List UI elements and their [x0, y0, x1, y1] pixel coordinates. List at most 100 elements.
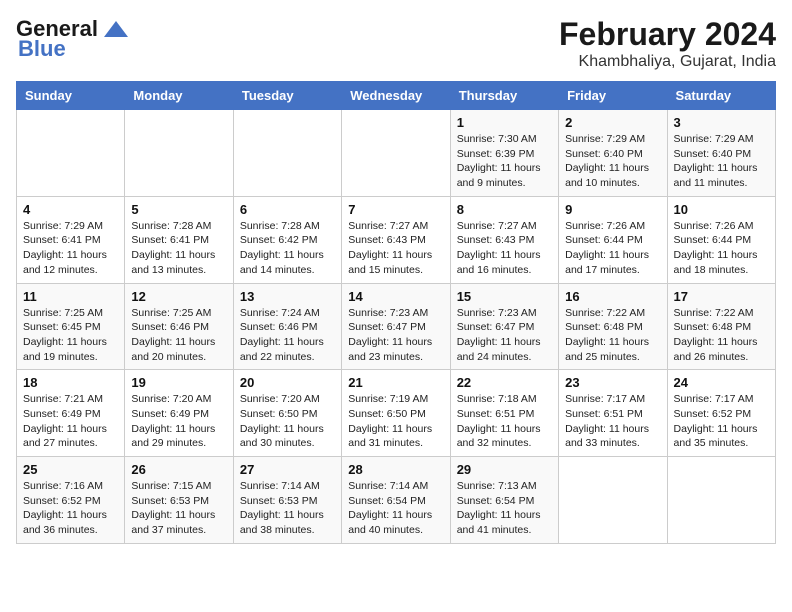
day-cell: 18 Sunrise: 7:21 AMSunset: 6:49 PMDayligh…: [17, 370, 125, 457]
day-info: Sunrise: 7:25 AMSunset: 6:46 PMDaylight:…: [131, 306, 226, 365]
week-row-3: 11 Sunrise: 7:25 AMSunset: 6:45 PMDayligh…: [17, 283, 776, 370]
calendar-table: SundayMondayTuesdayWednesdayThursdayFrid…: [16, 81, 776, 544]
day-number: 8: [457, 202, 552, 217]
col-header-sunday: Sunday: [17, 82, 125, 110]
logo-blue: Blue: [18, 36, 66, 62]
day-info: Sunrise: 7:22 AMSunset: 6:48 PMDaylight:…: [674, 306, 769, 365]
col-header-saturday: Saturday: [667, 82, 775, 110]
day-cell: 1 Sunrise: 7:30 AMSunset: 6:39 PMDaylight…: [450, 110, 558, 197]
day-cell: 24Sunrise: 7:17 AMSunset: 6:52 PMDayligh…: [667, 370, 775, 457]
day-info: Sunrise: 7:16 AMSunset: 6:52 PMDaylight:…: [23, 479, 118, 538]
day-cell: 15 Sunrise: 7:23 AMSunset: 6:47 PMDayligh…: [450, 283, 558, 370]
day-info: Sunrise: 7:20 AMSunset: 6:49 PMDaylight:…: [131, 392, 226, 451]
day-info: Sunrise: 7:27 AMSunset: 6:43 PMDaylight:…: [348, 219, 443, 278]
day-number: 4: [23, 202, 118, 217]
day-number: 14: [348, 289, 443, 304]
day-cell: [559, 457, 667, 544]
month-year: February 2024: [559, 16, 776, 53]
day-cell: 7 Sunrise: 7:27 AMSunset: 6:43 PMDaylight…: [342, 196, 450, 283]
day-number: 16: [565, 289, 660, 304]
location: Khambhaliya, Gujarat, India: [559, 53, 776, 71]
calendar-header-row: SundayMondayTuesdayWednesdayThursdayFrid…: [17, 82, 776, 110]
day-info: Sunrise: 7:17 AMSunset: 6:51 PMDaylight:…: [565, 392, 660, 451]
logo: General Blue: [16, 16, 130, 62]
day-number: 5: [131, 202, 226, 217]
logo-icon: [102, 19, 130, 39]
day-number: 18: [23, 375, 118, 390]
day-number: 21: [348, 375, 443, 390]
day-number: 13: [240, 289, 335, 304]
day-number: 15: [457, 289, 552, 304]
day-number: 17: [674, 289, 769, 304]
day-info: Sunrise: 7:28 AMSunset: 6:42 PMDaylight:…: [240, 219, 335, 278]
day-number: 22: [457, 375, 552, 390]
day-cell: 8 Sunrise: 7:27 AMSunset: 6:43 PMDaylight…: [450, 196, 558, 283]
day-number: 10: [674, 202, 769, 217]
day-number: 25: [23, 462, 118, 477]
header: General Blue February 2024 Khambhaliya, …: [16, 16, 776, 71]
week-row-2: 4Sunrise: 7:29 AMSunset: 6:41 PMDaylight…: [17, 196, 776, 283]
day-number: 6: [240, 202, 335, 217]
day-cell: 23 Sunrise: 7:17 AMSunset: 6:51 PMDayligh…: [559, 370, 667, 457]
day-cell: 29 Sunrise: 7:13 AMSunset: 6:54 PMDayligh…: [450, 457, 558, 544]
col-header-friday: Friday: [559, 82, 667, 110]
day-cell: [17, 110, 125, 197]
week-row-5: 25 Sunrise: 7:16 AMSunset: 6:52 PMDayligh…: [17, 457, 776, 544]
day-cell: [125, 110, 233, 197]
day-cell: [233, 110, 341, 197]
day-number: 2: [565, 115, 660, 130]
day-info: Sunrise: 7:25 AMSunset: 6:45 PMDaylight:…: [23, 306, 118, 365]
day-info: Sunrise: 7:27 AMSunset: 6:43 PMDaylight:…: [457, 219, 552, 278]
week-row-4: 18 Sunrise: 7:21 AMSunset: 6:49 PMDayligh…: [17, 370, 776, 457]
day-info: Sunrise: 7:26 AMSunset: 6:44 PMDaylight:…: [565, 219, 660, 278]
day-info: Sunrise: 7:23 AMSunset: 6:47 PMDaylight:…: [457, 306, 552, 365]
day-cell: 4Sunrise: 7:29 AMSunset: 6:41 PMDaylight…: [17, 196, 125, 283]
day-cell: 2 Sunrise: 7:29 AMSunset: 6:40 PMDaylight…: [559, 110, 667, 197]
day-cell: 5Sunrise: 7:28 AMSunset: 6:41 PMDaylight…: [125, 196, 233, 283]
day-number: 12: [131, 289, 226, 304]
day-number: 11: [23, 289, 118, 304]
day-info: Sunrise: 7:19 AMSunset: 6:50 PMDaylight:…: [348, 392, 443, 451]
day-info: Sunrise: 7:26 AMSunset: 6:44 PMDaylight:…: [674, 219, 769, 278]
day-info: Sunrise: 7:15 AMSunset: 6:53 PMDaylight:…: [131, 479, 226, 538]
day-number: 29: [457, 462, 552, 477]
day-cell: 13 Sunrise: 7:24 AMSunset: 6:46 PMDayligh…: [233, 283, 341, 370]
day-info: Sunrise: 7:30 AMSunset: 6:39 PMDaylight:…: [457, 132, 552, 191]
day-cell: 19Sunrise: 7:20 AMSunset: 6:49 PMDayligh…: [125, 370, 233, 457]
title-area: February 2024 Khambhaliya, Gujarat, Indi…: [559, 16, 776, 71]
day-cell: 12 Sunrise: 7:25 AMSunset: 6:46 PMDayligh…: [125, 283, 233, 370]
day-info: Sunrise: 7:14 AMSunset: 6:54 PMDaylight:…: [348, 479, 443, 538]
day-cell: 25 Sunrise: 7:16 AMSunset: 6:52 PMDayligh…: [17, 457, 125, 544]
day-info: Sunrise: 7:23 AMSunset: 6:47 PMDaylight:…: [348, 306, 443, 365]
day-cell: 14 Sunrise: 7:23 AMSunset: 6:47 PMDayligh…: [342, 283, 450, 370]
day-info: Sunrise: 7:13 AMSunset: 6:54 PMDaylight:…: [457, 479, 552, 538]
day-info: Sunrise: 7:21 AMSunset: 6:49 PMDaylight:…: [23, 392, 118, 451]
day-cell: 11 Sunrise: 7:25 AMSunset: 6:45 PMDayligh…: [17, 283, 125, 370]
day-info: Sunrise: 7:24 AMSunset: 6:46 PMDaylight:…: [240, 306, 335, 365]
day-cell: 22Sunrise: 7:18 AMSunset: 6:51 PMDayligh…: [450, 370, 558, 457]
day-number: 3: [674, 115, 769, 130]
day-cell: [342, 110, 450, 197]
day-cell: 9Sunrise: 7:26 AMSunset: 6:44 PMDaylight…: [559, 196, 667, 283]
day-cell: 28 Sunrise: 7:14 AMSunset: 6:54 PMDayligh…: [342, 457, 450, 544]
day-info: Sunrise: 7:14 AMSunset: 6:53 PMDaylight:…: [240, 479, 335, 538]
day-cell: 10 Sunrise: 7:26 AMSunset: 6:44 PMDayligh…: [667, 196, 775, 283]
day-number: 1: [457, 115, 552, 130]
day-info: Sunrise: 7:29 AMSunset: 6:40 PMDaylight:…: [674, 132, 769, 191]
col-header-monday: Monday: [125, 82, 233, 110]
day-info: Sunrise: 7:29 AMSunset: 6:40 PMDaylight:…: [565, 132, 660, 191]
col-header-thursday: Thursday: [450, 82, 558, 110]
day-number: 26: [131, 462, 226, 477]
day-number: 27: [240, 462, 335, 477]
day-cell: 26 Sunrise: 7:15 AMSunset: 6:53 PMDayligh…: [125, 457, 233, 544]
week-row-1: 1 Sunrise: 7:30 AMSunset: 6:39 PMDaylight…: [17, 110, 776, 197]
day-number: 23: [565, 375, 660, 390]
day-cell: 27 Sunrise: 7:14 AMSunset: 6:53 PMDayligh…: [233, 457, 341, 544]
day-number: 28: [348, 462, 443, 477]
col-header-wednesday: Wednesday: [342, 82, 450, 110]
day-cell: 6 Sunrise: 7:28 AMSunset: 6:42 PMDaylight…: [233, 196, 341, 283]
day-info: Sunrise: 7:20 AMSunset: 6:50 PMDaylight:…: [240, 392, 335, 451]
day-cell: 16 Sunrise: 7:22 AMSunset: 6:48 PMDayligh…: [559, 283, 667, 370]
day-info: Sunrise: 7:22 AMSunset: 6:48 PMDaylight:…: [565, 306, 660, 365]
day-number: 7: [348, 202, 443, 217]
